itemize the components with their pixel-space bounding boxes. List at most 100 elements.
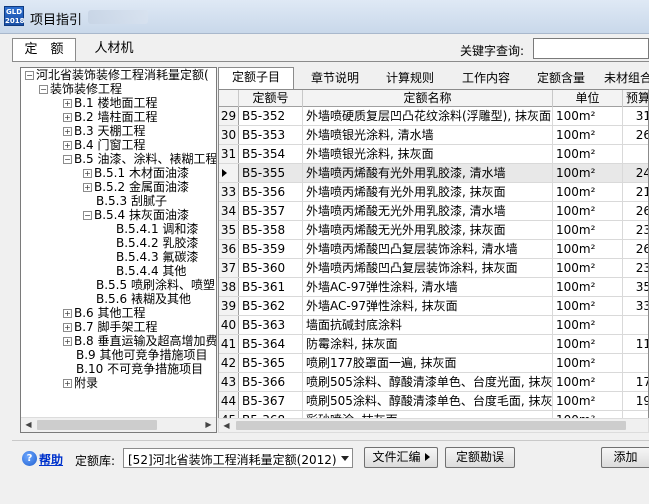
detail-tab[interactable]: 定额子目 [218,67,294,89]
scroll-left-arrow-icon[interactable]: ◀ [21,418,36,432]
collapse-icon[interactable]: − [39,85,48,94]
budget-price-cell: 11 [635,337,648,351]
chapter-tree[interactable]: − 河北省装饰装修工程消耗量定额(− 装饰装修工程 + B.1 楼地面工程 + B.2 墙柱… [20,67,217,433]
tree-item[interactable]: + B.4 门窗工程 [63,138,146,152]
tree-item-label: B.5.1 木材面油漆 [94,166,189,180]
budget-price-cell: 23 [635,223,648,237]
tree-item[interactable]: B.9 其他可竞争措施项目 [63,348,208,362]
table-horizontal-scrollbar[interactable]: ◀ [218,418,649,433]
tab-labor-material-machine[interactable]: 人材机 [92,38,136,62]
collapse-icon[interactable]: − [25,71,34,80]
expand-icon[interactable]: + [63,127,72,136]
tree-item[interactable]: B.5.5 喷刷涂料、喷塑 [83,278,215,292]
detail-tab[interactable]: 定额含量 [524,69,598,89]
tree-item[interactable]: − B.5 油漆、涂料、裱糊工程 [63,152,216,166]
tree-item[interactable]: + B.8 垂直运输及超高增加费 [63,334,216,348]
table-row[interactable]: 35B5-358外墙喷丙烯酸无光外用乳胶漆, 抹灰面100m² 23 [219,221,648,240]
expand-icon[interactable]: + [63,337,72,346]
table-row[interactable]: 43B5-366喷刷505涂料、醇酸清漆单色、台度光面, 抹灰面100m² 17 [219,373,648,392]
table-row[interactable]: 38B5-361外墙AC-97弹性涂料, 清水墙100m² 35 [219,278,648,297]
unit-cell: 100m² [553,126,623,144]
table-row[interactable]: 33B5-356外墙喷丙烯酸有光外用乳胶漆, 抹灰面100m² 21 [219,183,648,202]
tree-item[interactable]: + B.6 其他工程 [63,306,146,320]
tree-item[interactable]: + B.3 天棚工程 [63,124,146,138]
tree-horizontal-scrollbar[interactable]: ◀ ▶ [21,417,216,432]
detail-tab[interactable]: 未材组合 [598,69,649,89]
table-row[interactable]: 29B5-352外墙喷硬质复层凹凸花纹涂料(浮雕型), 抹灰面100m² 31 [219,107,648,126]
table-row[interactable]: 44B5-367喷刷505涂料、醇酸清漆单色、台度毛面, 抹灰面100m² 19 [219,392,648,411]
scroll-right-arrow-icon[interactable]: ▶ [201,418,216,432]
table-row[interactable]: 39B5-362外墙AC-97弹性涂料, 抹灰面100m² 33 [219,297,648,316]
expand-icon[interactable]: + [63,323,72,332]
header-quota-name[interactable]: 定额名称 [303,90,553,107]
table-row[interactable]: 36B5-359外墙喷丙烯酸凹凸复层装饰涂料, 清水墙100m² 26 [219,240,648,259]
tree-item[interactable]: B.5.3 刮腻子 [83,194,167,208]
table-row[interactable]: 30B5-353外墙喷银光涂料, 清水墙100m² 26 [219,126,648,145]
detail-tab[interactable]: 计算规则 [372,69,448,89]
detail-tab[interactable]: 章节说明 [298,69,372,89]
tree-item[interactable]: − B.5.4 抹灰面油漆 [83,208,189,222]
scrollbar-thumb[interactable] [236,421,626,430]
unit-cell: 100m² [553,221,623,239]
table-row[interactable]: 31 B5-354 外墙喷银光涂料, 抹灰面 100m² [219,145,648,164]
expand-icon[interactable]: + [63,99,72,108]
quota-name-cell: 防霉涂料, 抹灰面 [303,335,553,353]
header-quota-code[interactable]: 定额号 [239,90,303,107]
tree-item-label: B.7 脚手架工程 [74,320,158,334]
budget-price-cell [623,145,648,163]
expand-icon[interactable]: + [63,113,72,122]
tree-item[interactable]: + B.5.1 木材面油漆 [83,166,189,180]
tree-item[interactable]: − 装饰装修工程 [39,82,122,96]
tree-item-label: 附录 [74,376,99,390]
quota-library-select[interactable]: [52]河北省装饰工程消耗量定额(2012) [123,448,353,468]
tab-quota[interactable]: 定 额 [12,38,76,62]
tree-item-label: B.5.3 刮腻子 [96,194,167,208]
collapse-icon[interactable]: − [83,211,92,220]
header-budget-price[interactable]: 预算 [623,90,648,107]
header-unit[interactable]: 单位 [553,90,623,107]
keyword-search-input[interactable] [533,38,649,59]
table-row[interactable]: 34B5-357外墙喷丙烯酸无光外用乳胶漆, 清水墙100m² 26 [219,202,648,221]
tree-item[interactable]: B.10 不可竞争措施项目 [63,362,203,376]
quota-name-cell: 外墙喷丙烯酸有光外用乳胶漆, 清水墙 [303,164,553,182]
tree-item[interactable]: B.5.6 裱糊及其他 [83,292,191,306]
expand-icon[interactable]: + [63,309,72,318]
tree-item-label: B.1 楼地面工程 [74,96,158,110]
file-compilation-button[interactable]: 文件汇编 [364,447,438,468]
expand-icon[interactable]: + [63,379,72,388]
quota-errata-button[interactable]: 定额勘误 [445,447,515,468]
tree-item[interactable]: + B.2 墙柱面工程 [63,110,158,124]
expand-icon[interactable]: + [83,169,92,178]
tree-item[interactable]: B.5.4.4 其他 [103,264,186,278]
tree-item-label: B.4 门窗工程 [74,138,146,152]
unit-cell: 100m² [553,107,623,125]
scroll-left-arrow-icon[interactable]: ◀ [219,419,234,432]
tree-item[interactable]: B.5.4.2 乳胶漆 [103,236,198,250]
expand-icon[interactable]: + [83,183,92,192]
unit-cell: 100m² [553,259,623,277]
tree-item[interactable]: − 河北省装饰装修工程消耗量定额( [25,68,209,82]
add-button[interactable]: 添加 [601,447,649,468]
tree-item[interactable]: + 附录 [63,376,98,390]
tree-item[interactable]: + B.1 楼地面工程 [63,96,158,110]
header-row-number [219,90,239,107]
tree-item[interactable]: + B.7 脚手架工程 [63,320,158,334]
help-icon[interactable]: ? [22,451,37,466]
quota-name-cell: 外墙AC-97弹性涂料, 清水墙 [303,278,553,296]
help-link[interactable]: 帮助 [39,451,63,468]
tree-item[interactable]: B.5.4.3 氟碳漆 [103,250,198,264]
row-number-cell: 36 [219,240,239,258]
table-row[interactable]: 37B5-360外墙喷丙烯酸凹凸复层装饰涂料, 抹灰面100m² 23 [219,259,648,278]
table-row[interactable]: 41B5-364防霉涂料, 抹灰面100m² 11 [219,335,648,354]
tree-item[interactable]: B.5.4.1 调和漆 [103,222,198,236]
tree-item[interactable]: + B.5.2 金属面油漆 [83,180,189,194]
collapse-icon[interactable]: − [63,155,72,164]
table-row[interactable]: 32B5-355外墙喷丙烯酸有光外用乳胶漆, 清水墙100m²24 [219,164,648,183]
table-row[interactable]: 40 B5-363 墙面抗碱封底涂料 100m² [219,316,648,335]
project-guide-window: GLD 2018 项目指引 定 额 人材机 关键字查询: − 河北省装饰装修工程消耗… [0,0,649,504]
expand-icon[interactable]: + [63,141,72,150]
scrollbar-thumb[interactable] [37,420,157,430]
budget-price-cell [623,354,648,372]
table-row[interactable]: 42 B5-365 喷刷177胶罩面一遍, 抹灰面 100m² [219,354,648,373]
detail-tab[interactable]: 工作内容 [448,69,524,89]
